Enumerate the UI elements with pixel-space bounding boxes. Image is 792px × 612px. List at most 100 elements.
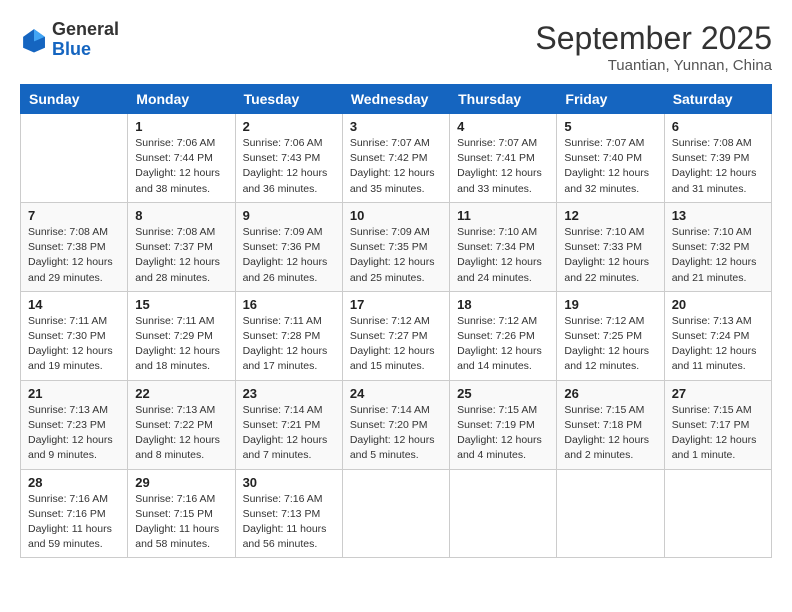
week-row-3: 14Sunrise: 7:11 AM Sunset: 7:30 PM Dayli… (21, 291, 772, 380)
calendar-cell: 12 Sunrise: 7:10 AM Sunset: 7:33 PM Dayli… (557, 202, 664, 291)
day-info: Sunrise: 7:16 AM Sunset: 7:13 PM Dayligh… (243, 492, 335, 553)
calendar-cell: 19 Sunrise: 7:12 AM Sunset: 7:25 PM Dayli… (557, 291, 664, 380)
week-row-2: 7 Sunrise: 7:08 AM Sunset: 7:38 PM Daylig… (21, 202, 772, 291)
month-title: September 2025 (535, 20, 772, 57)
day-info: Sunrise: 7:08 AM Sunset: 7:37 PM Dayligh… (135, 225, 227, 286)
calendar-cell: 4Sunrise: 7:07 AM Sunset: 7:41 PM Daylig… (450, 114, 557, 203)
day-number: 12 (564, 208, 656, 223)
day-number: 22 (135, 386, 227, 401)
day-number: 2 (243, 119, 335, 134)
weekday-header-friday: Friday (557, 85, 664, 114)
day-number: 25 (457, 386, 549, 401)
day-number: 8 (135, 208, 227, 223)
day-number: 24 (350, 386, 442, 401)
day-info: Sunrise: 7:10 AM Sunset: 7:32 PM Dayligh… (672, 225, 764, 286)
day-info: Sunrise: 7:15 AM Sunset: 7:18 PM Dayligh… (564, 403, 656, 464)
day-info: Sunrise: 7:16 AM Sunset: 7:16 PM Dayligh… (28, 492, 120, 553)
day-info: Sunrise: 7:08 AM Sunset: 7:38 PM Dayligh… (28, 225, 120, 286)
calendar-cell: 5 Sunrise: 7:07 AM Sunset: 7:40 PM Daylig… (557, 114, 664, 203)
day-number: 16 (243, 297, 335, 312)
calendar-cell: 11 Sunrise: 7:10 AM Sunset: 7:34 PM Dayli… (450, 202, 557, 291)
day-number: 10 (350, 208, 442, 223)
calendar-cell: 21Sunrise: 7:13 AM Sunset: 7:23 PM Dayli… (21, 380, 128, 469)
calendar-cell (342, 469, 449, 558)
day-info: Sunrise: 7:06 AM Sunset: 7:44 PM Dayligh… (135, 136, 227, 197)
logo-icon (20, 26, 48, 54)
calendar-cell: 18 Sunrise: 7:12 AM Sunset: 7:26 PM Dayli… (450, 291, 557, 380)
calendar-cell (450, 469, 557, 558)
calendar-cell: 25 Sunrise: 7:15 AM Sunset: 7:19 PM Dayli… (450, 380, 557, 469)
calendar-cell: 26 Sunrise: 7:15 AM Sunset: 7:18 PM Dayli… (557, 380, 664, 469)
calendar-cell: 13 Sunrise: 7:10 AM Sunset: 7:32 PM Dayli… (664, 202, 771, 291)
weekday-header-row: SundayMondayTuesdayWednesdayThursdayFrid… (21, 85, 772, 114)
calendar-cell: 29Sunrise: 7:16 AM Sunset: 7:15 PM Dayli… (128, 469, 235, 558)
calendar-cell: 9 Sunrise: 7:09 AM Sunset: 7:36 PM Daylig… (235, 202, 342, 291)
day-info: Sunrise: 7:08 AM Sunset: 7:39 PM Dayligh… (672, 136, 764, 197)
day-number: 6 (672, 119, 764, 134)
day-info: Sunrise: 7:06 AM Sunset: 7:43 PM Dayligh… (243, 136, 335, 197)
calendar-cell: 17Sunrise: 7:12 AM Sunset: 7:27 PM Dayli… (342, 291, 449, 380)
day-number: 11 (457, 208, 549, 223)
week-row-1: 1 Sunrise: 7:06 AM Sunset: 7:44 PM Daylig… (21, 114, 772, 203)
week-row-4: 21Sunrise: 7:13 AM Sunset: 7:23 PM Dayli… (21, 380, 772, 469)
calendar-cell: 30Sunrise: 7:16 AM Sunset: 7:13 PM Dayli… (235, 469, 342, 558)
day-number: 23 (243, 386, 335, 401)
weekday-header-saturday: Saturday (664, 85, 771, 114)
calendar-cell: 7 Sunrise: 7:08 AM Sunset: 7:38 PM Daylig… (21, 202, 128, 291)
day-info: Sunrise: 7:15 AM Sunset: 7:17 PM Dayligh… (672, 403, 764, 464)
day-number: 5 (564, 119, 656, 134)
day-info: Sunrise: 7:13 AM Sunset: 7:23 PM Dayligh… (28, 403, 120, 464)
page-header: General Blue September 2025 Tuantian, Yu… (20, 20, 772, 74)
day-number: 26 (564, 386, 656, 401)
day-info: Sunrise: 7:12 AM Sunset: 7:25 PM Dayligh… (564, 314, 656, 375)
day-info: Sunrise: 7:09 AM Sunset: 7:35 PM Dayligh… (350, 225, 442, 286)
day-info: Sunrise: 7:12 AM Sunset: 7:27 PM Dayligh… (350, 314, 442, 375)
calendar-cell: 14Sunrise: 7:11 AM Sunset: 7:30 PM Dayli… (21, 291, 128, 380)
location: Tuantian, Yunnan, China (535, 57, 772, 74)
day-info: Sunrise: 7:12 AM Sunset: 7:26 PM Dayligh… (457, 314, 549, 375)
calendar-table: SundayMondayTuesdayWednesdayThursdayFrid… (20, 84, 772, 558)
logo-general-text: General (52, 19, 119, 39)
weekday-header-sunday: Sunday (21, 85, 128, 114)
day-number: 13 (672, 208, 764, 223)
logo: General Blue (20, 20, 119, 60)
day-number: 27 (672, 386, 764, 401)
day-number: 19 (564, 297, 656, 312)
day-info: Sunrise: 7:14 AM Sunset: 7:21 PM Dayligh… (243, 403, 335, 464)
day-number: 1 (135, 119, 227, 134)
calendar-cell: 23 Sunrise: 7:14 AM Sunset: 7:21 PM Dayli… (235, 380, 342, 469)
weekday-header-monday: Monday (128, 85, 235, 114)
calendar-cell: 3 Sunrise: 7:07 AM Sunset: 7:42 PM Daylig… (342, 114, 449, 203)
calendar-cell: 27 Sunrise: 7:15 AM Sunset: 7:17 PM Dayli… (664, 380, 771, 469)
title-block: September 2025 Tuantian, Yunnan, China (535, 20, 772, 74)
calendar-cell: 10 Sunrise: 7:09 AM Sunset: 7:35 PM Dayli… (342, 202, 449, 291)
day-info: Sunrise: 7:10 AM Sunset: 7:33 PM Dayligh… (564, 225, 656, 286)
day-info: Sunrise: 7:09 AM Sunset: 7:36 PM Dayligh… (243, 225, 335, 286)
day-info: Sunrise: 7:07 AM Sunset: 7:40 PM Dayligh… (564, 136, 656, 197)
day-info: Sunrise: 7:10 AM Sunset: 7:34 PM Dayligh… (457, 225, 549, 286)
day-number: 3 (350, 119, 442, 134)
calendar-cell: 8 Sunrise: 7:08 AM Sunset: 7:37 PM Daylig… (128, 202, 235, 291)
day-number: 4 (457, 119, 549, 134)
day-number: 9 (243, 208, 335, 223)
day-info: Sunrise: 7:11 AM Sunset: 7:30 PM Dayligh… (28, 314, 120, 375)
day-number: 15 (135, 297, 227, 312)
day-number: 18 (457, 297, 549, 312)
calendar-cell: 16Sunrise: 7:11 AM Sunset: 7:28 PM Dayli… (235, 291, 342, 380)
week-row-5: 28 Sunrise: 7:16 AM Sunset: 7:16 PM Dayli… (21, 469, 772, 558)
day-info: Sunrise: 7:14 AM Sunset: 7:20 PM Dayligh… (350, 403, 442, 464)
weekday-header-wednesday: Wednesday (342, 85, 449, 114)
calendar-cell: 2 Sunrise: 7:06 AM Sunset: 7:43 PM Daylig… (235, 114, 342, 203)
calendar-cell: 15Sunrise: 7:11 AM Sunset: 7:29 PM Dayli… (128, 291, 235, 380)
calendar-cell: 1 Sunrise: 7:06 AM Sunset: 7:44 PM Daylig… (128, 114, 235, 203)
calendar-cell: 28 Sunrise: 7:16 AM Sunset: 7:16 PM Dayli… (21, 469, 128, 558)
calendar-cell (557, 469, 664, 558)
day-number: 7 (28, 208, 120, 223)
day-number: 28 (28, 475, 120, 490)
day-info: Sunrise: 7:15 AM Sunset: 7:19 PM Dayligh… (457, 403, 549, 464)
calendar-cell: 22Sunrise: 7:13 AM Sunset: 7:22 PM Dayli… (128, 380, 235, 469)
day-info: Sunrise: 7:07 AM Sunset: 7:42 PM Dayligh… (350, 136, 442, 197)
weekday-header-tuesday: Tuesday (235, 85, 342, 114)
day-number: 29 (135, 475, 227, 490)
calendar-cell: 24 Sunrise: 7:14 AM Sunset: 7:20 PM Dayli… (342, 380, 449, 469)
